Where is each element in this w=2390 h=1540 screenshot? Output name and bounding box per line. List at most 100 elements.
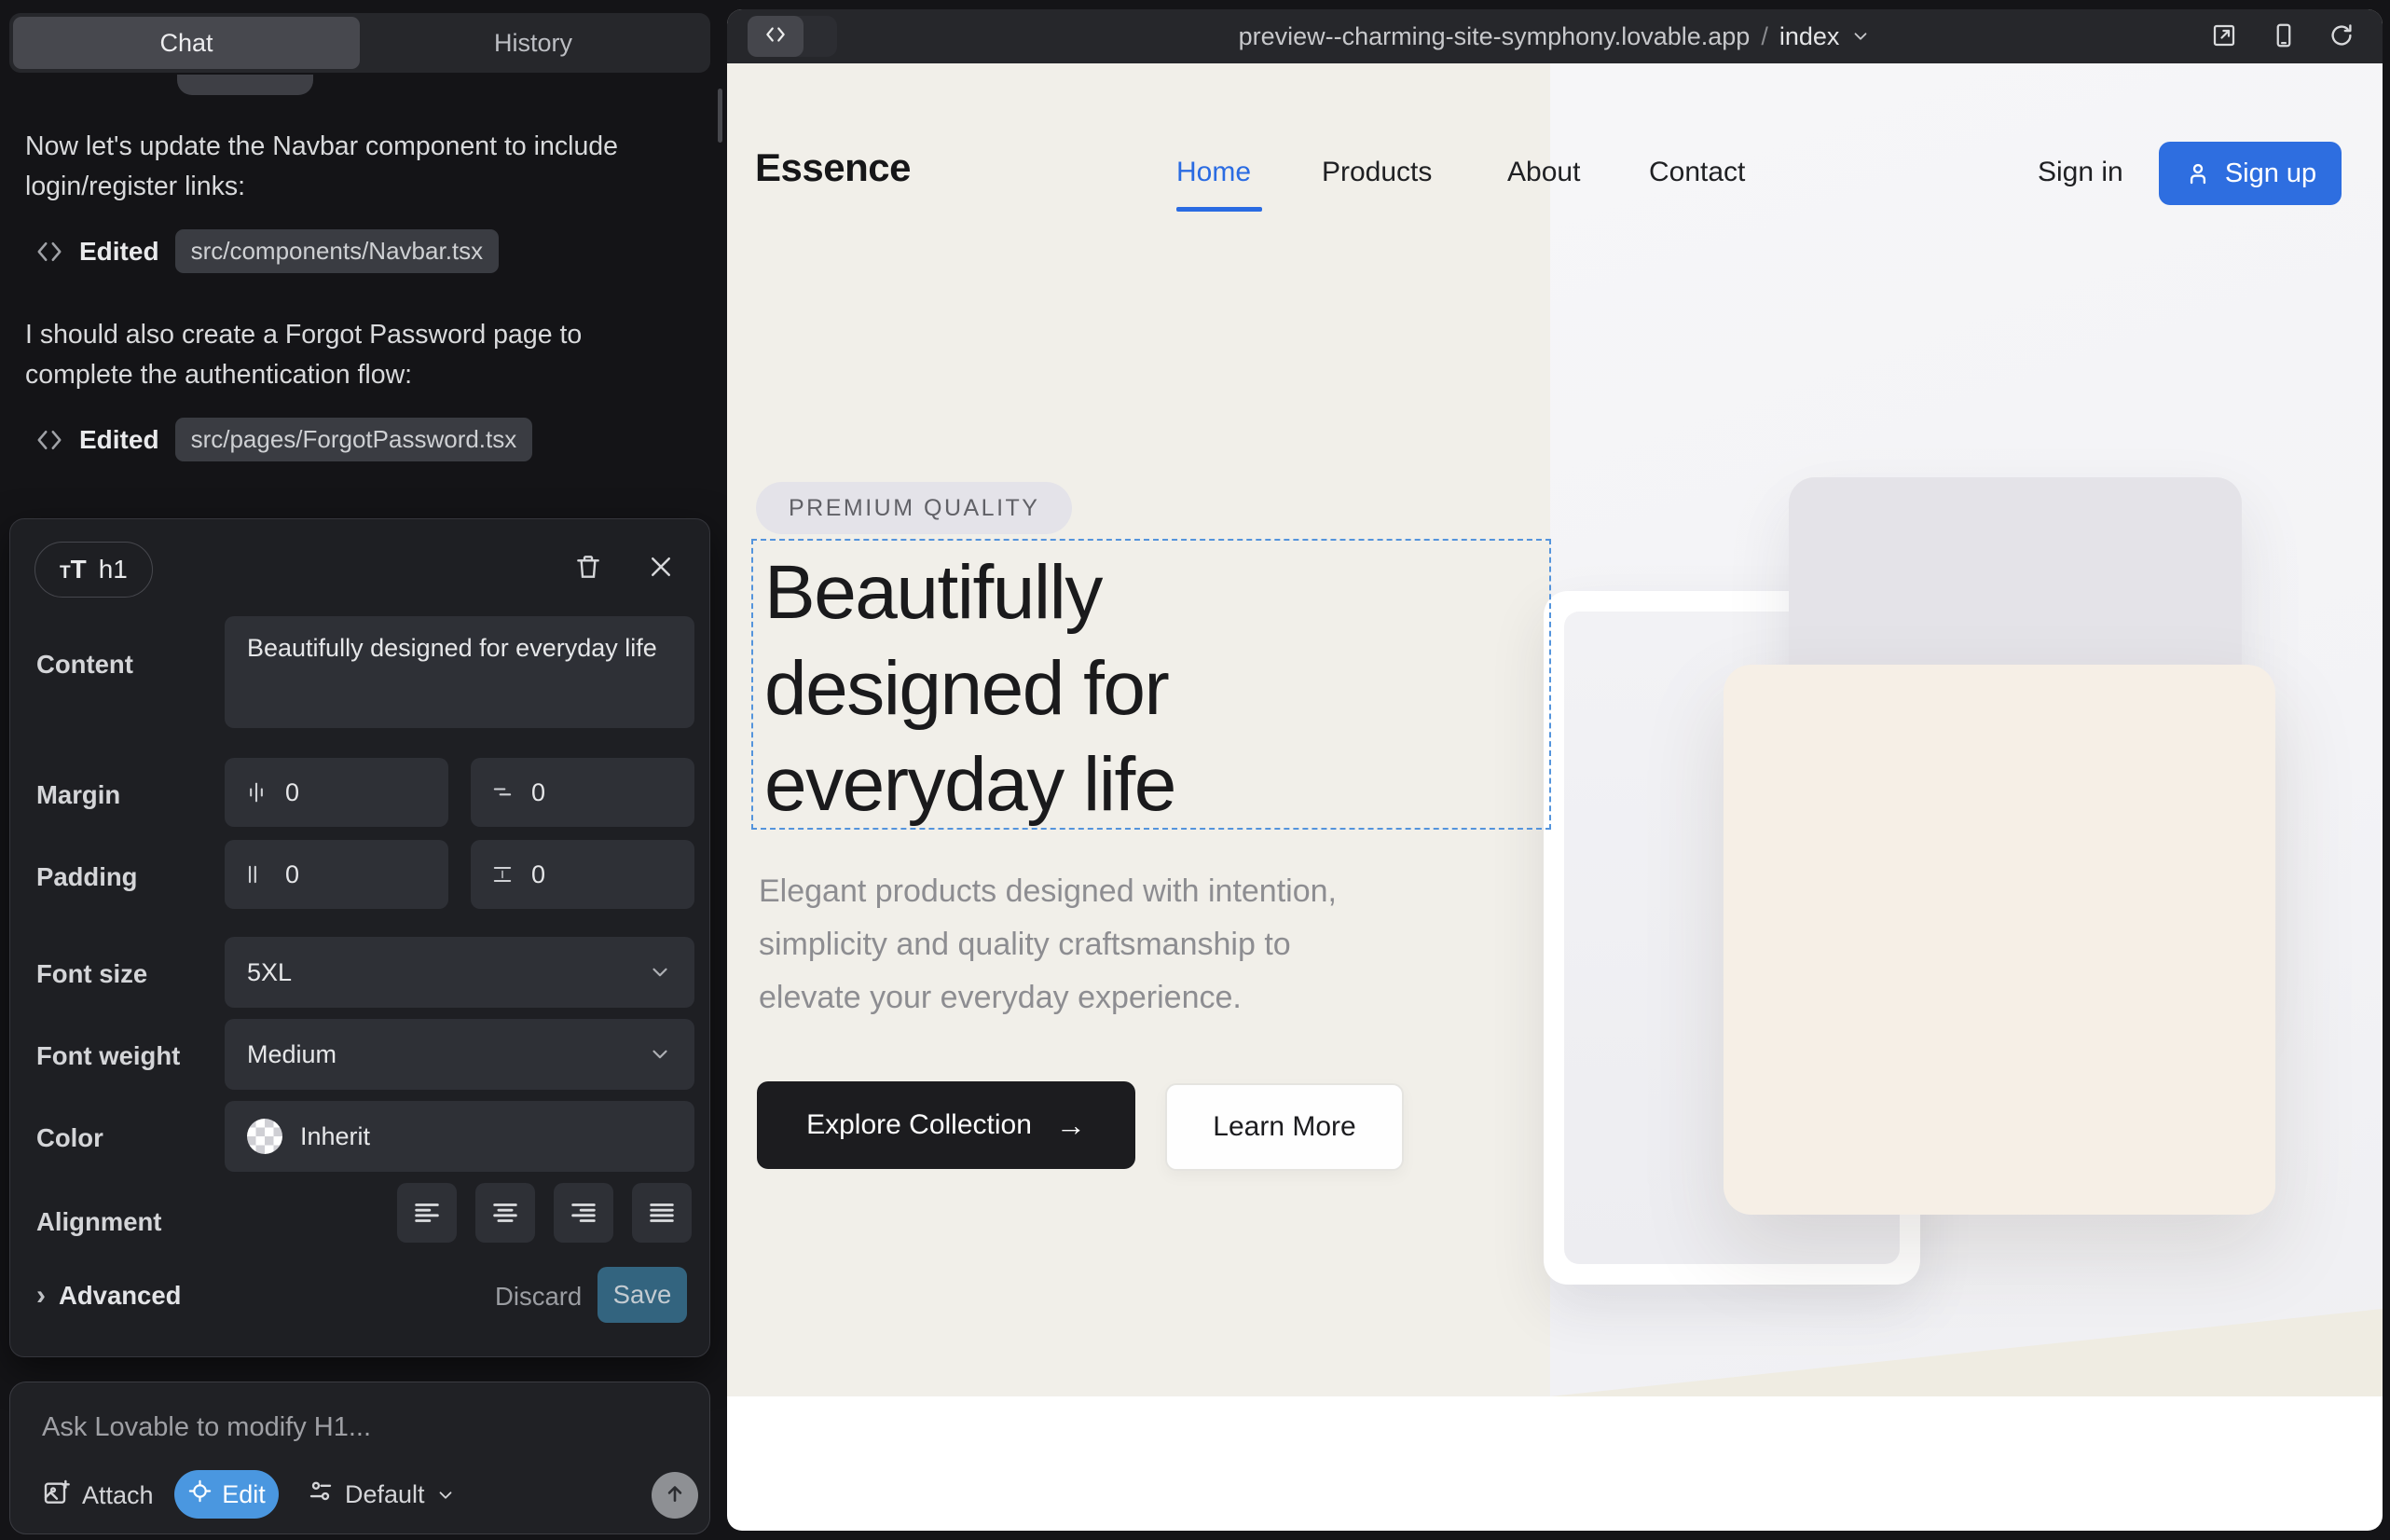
margin-x-input[interactable]: 0 <box>225 758 448 827</box>
url-bar[interactable]: preview--charming-site-symphony.lovable.… <box>727 9 2383 63</box>
mobile-icon <box>2270 21 2298 54</box>
padding-x-value: 0 <box>285 860 299 889</box>
attach-label: Attach <box>82 1481 154 1510</box>
refresh-button[interactable] <box>2327 22 2356 52</box>
padding-y-value: 0 <box>531 860 545 889</box>
element-editor-panel: TT h1 Content Beautifully designed for e… <box>9 518 710 1357</box>
margin-y-value: 0 <box>531 778 545 807</box>
color-select[interactable]: Inherit <box>225 1101 694 1172</box>
element-tag-badge[interactable]: TT h1 <box>34 542 153 598</box>
lovable-app: Chat History Now let's update the Navbar… <box>0 0 2390 1540</box>
content-input[interactable]: Beautifully designed for everyday life <box>225 616 694 728</box>
trash-icon <box>573 552 603 586</box>
color-value: Inherit <box>300 1122 370 1151</box>
code-icon <box>35 426 63 454</box>
site-logo[interactable]: Essence <box>755 145 911 190</box>
advanced-label: Advanced <box>59 1281 181 1311</box>
edited-file-path[interactable]: src/pages/ForgotPassword.tsx <box>175 418 533 461</box>
composer-placeholder[interactable]: Ask Lovable to modify H1... <box>42 1412 371 1443</box>
url-page: index <box>1779 22 1840 51</box>
align-justify-icon <box>646 1197 678 1229</box>
hero-heading[interactable]: Beautifully designed for everyday life <box>764 544 1175 832</box>
preview-url: preview--charming-site-symphony.lovable.… <box>1239 22 1751 51</box>
learn-more-button[interactable]: Learn More <box>1165 1083 1404 1171</box>
sign-up-button[interactable]: Sign up <box>2159 142 2342 205</box>
delete-element-button[interactable] <box>570 550 607 587</box>
align-justify-button[interactable] <box>632 1183 692 1243</box>
edited-label: Edited <box>79 237 159 267</box>
heading-line: designed for <box>764 640 1175 736</box>
paragraph-line: Elegant products designed with intention… <box>759 865 1337 918</box>
chat-history-tabbar: Chat History <box>9 13 710 73</box>
chat-scrollbar[interactable] <box>718 89 722 143</box>
align-left-icon <box>411 1197 443 1229</box>
element-tag: h1 <box>99 555 128 584</box>
send-button[interactable] <box>652 1472 698 1519</box>
preview-toolbar: preview--charming-site-symphony.lovable.… <box>727 9 2383 63</box>
nav-active-underline <box>1176 207 1262 212</box>
margin-vertical-icon <box>489 779 515 805</box>
tab-history[interactable]: History <box>360 17 707 69</box>
arrow-right-icon: → <box>1056 1108 1086 1143</box>
font-size-select[interactable]: 5XL <box>225 937 694 1008</box>
align-center-button[interactable] <box>475 1183 535 1243</box>
explore-collection-button[interactable]: Explore Collection → <box>757 1081 1135 1169</box>
margin-x-value: 0 <box>285 778 299 807</box>
paragraph-line: simplicity and quality craftsmanship to <box>759 918 1337 971</box>
edit-label: Edit <box>222 1480 266 1509</box>
chevron-right-icon: › <box>36 1280 46 1312</box>
sign-up-label: Sign up <box>2225 158 2316 189</box>
open-in-new-tab-button[interactable] <box>2209 22 2239 52</box>
sliders-icon <box>307 1478 335 1512</box>
chevron-down-icon <box>1850 26 1871 47</box>
explore-collection-label: Explore Collection <box>806 1109 1032 1141</box>
nav-link-home[interactable]: Home <box>1176 157 1251 188</box>
font-weight-value: Medium <box>247 1040 337 1069</box>
person-icon <box>2184 159 2212 187</box>
color-swatch-transparent <box>247 1119 282 1154</box>
chat-composer[interactable]: Ask Lovable to modify H1... Attach Edit … <box>9 1382 710 1534</box>
font-weight-select[interactable]: Medium <box>225 1019 694 1090</box>
edited-label: Edited <box>79 425 159 455</box>
discard-button[interactable]: Discard <box>495 1282 582 1312</box>
padding-y-input[interactable]: 0 <box>471 840 694 909</box>
scrolled-file-pill <box>177 75 313 95</box>
hero-card-cream <box>1724 665 2275 1215</box>
align-right-button[interactable] <box>554 1183 613 1243</box>
code-icon <box>35 238 63 266</box>
align-center-icon <box>489 1197 521 1229</box>
nav-link-products[interactable]: Products <box>1322 157 1432 188</box>
chevron-down-icon <box>648 960 672 984</box>
edited-file-row: Edited src/pages/ForgotPassword.tsx <box>35 418 532 461</box>
url-separator: / <box>1761 22 1768 51</box>
heading-line: everyday life <box>764 736 1175 832</box>
chevron-down-icon <box>648 1042 672 1066</box>
mobile-view-button[interactable] <box>2269 22 2299 52</box>
target-icon <box>187 1478 213 1510</box>
edited-file-path[interactable]: src/components/Navbar.tsx <box>175 229 500 273</box>
mode-select[interactable]: Default <box>307 1478 456 1512</box>
advanced-toggle[interactable]: › Advanced <box>36 1280 181 1312</box>
align-left-button[interactable] <box>397 1183 457 1243</box>
close-panel-button[interactable] <box>642 550 680 587</box>
arrow-up-icon <box>663 1481 687 1510</box>
nav-link-about[interactable]: About <box>1507 157 1580 188</box>
nav-link-contact[interactable]: Contact <box>1649 157 1745 188</box>
preview-window: preview--charming-site-symphony.lovable.… <box>727 9 2383 1531</box>
tab-chat[interactable]: Chat <box>13 17 360 69</box>
external-link-icon <box>2210 21 2238 54</box>
close-icon <box>647 553 675 585</box>
font-size-value: 5XL <box>247 958 292 987</box>
attach-button[interactable]: Attach <box>42 1478 154 1514</box>
edit-mode-button[interactable]: Edit <box>174 1470 279 1519</box>
content-label: Content <box>36 650 133 680</box>
padding-horizontal-icon <box>243 861 269 887</box>
margin-y-input[interactable]: 0 <box>471 758 694 827</box>
padding-x-input[interactable]: 0 <box>225 840 448 909</box>
attach-image-icon <box>42 1478 72 1514</box>
refresh-icon <box>2328 21 2356 54</box>
save-button[interactable]: Save <box>598 1267 687 1323</box>
quality-badge: PREMIUM QUALITY <box>756 482 1072 534</box>
font-size-label: Font size <box>36 959 147 989</box>
sign-in-link[interactable]: Sign in <box>2038 157 2123 188</box>
